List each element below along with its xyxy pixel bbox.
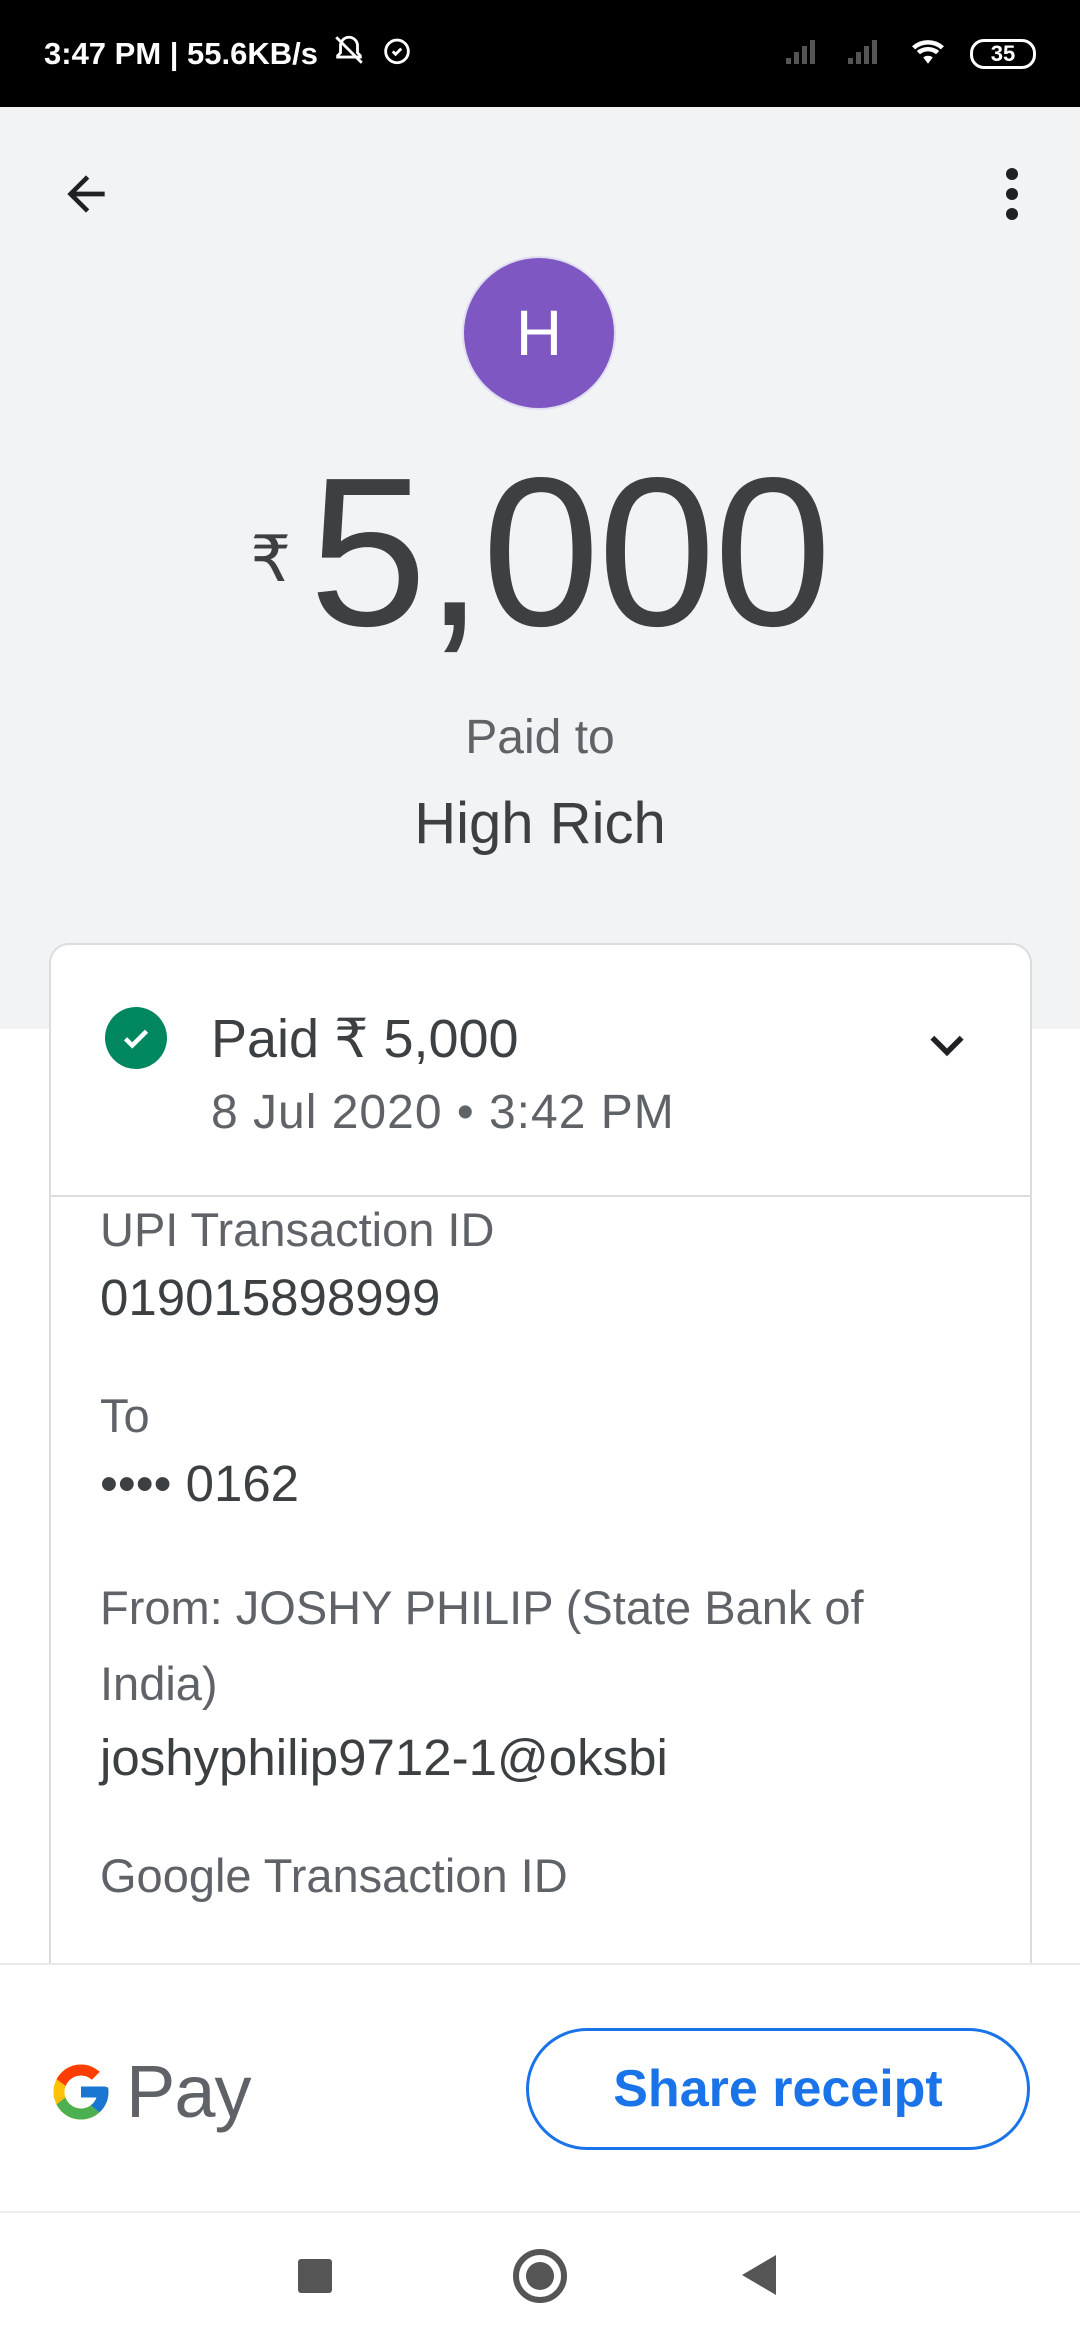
home-icon-inner [526, 2262, 554, 2290]
paid-to-label: Paid to [465, 711, 615, 764]
bottom-action-bar: Pay Share receipt [0, 1963, 1080, 2211]
more-vert-icon [1006, 168, 1018, 220]
avatar: H [462, 256, 616, 410]
payee-name: High Rich [414, 791, 666, 856]
status-time-speed: 3:47 PM | 55.6KB/s [44, 35, 319, 71]
transaction-details: UPI Transaction ID 019015898999 To •••• … [100, 1198, 980, 1958]
detail-value: joshyphilip9712-1@oksbi [100, 1729, 668, 1786]
arrow-back-icon [67, 175, 105, 213]
signal-icon [784, 36, 824, 71]
nav-back-icon[interactable] [742, 2255, 776, 2295]
detail-label: Google Transaction ID [100, 1849, 568, 1902]
currency-symbol: ₹ [250, 523, 292, 595]
detail-label: UPI Transaction ID [100, 1203, 495, 1256]
status-left: 3:47 PM | 55.6KB/s [44, 33, 414, 75]
transaction-card: Paid ₹ 5,000 8 Jul 2020 • 3:42 PM UPI Tr… [49, 943, 1032, 1963]
summary-date: 8 Jul 2020 • 3:42 PM [211, 1086, 675, 1139]
google-g-icon [53, 2064, 109, 2119]
summary-title: Paid ₹ 5,000 [211, 1009, 519, 1069]
gpay-text: Pay [126, 2050, 252, 2133]
more-options-button[interactable] [982, 160, 1042, 228]
battery-level: 35 [990, 40, 1016, 66]
gpay-logo: Pay [48, 2049, 252, 2134]
detail-from: From: JOSHY PHILIP (State Bank of India)… [100, 1570, 980, 1794]
expand-button[interactable] [911, 1009, 983, 1081]
status-right: 35 [784, 35, 1036, 72]
detail-label: From: JOSHY PHILIP (State Bank of India) [100, 1581, 864, 1710]
home-icon[interactable] [513, 2249, 567, 2303]
wifi-icon [908, 35, 948, 72]
detail-to: To •••• 0162 [100, 1384, 980, 1520]
detail-upi-id: UPI Transaction ID 019015898999 [100, 1198, 980, 1334]
battery-icon: 35 [970, 38, 1036, 69]
back-button[interactable] [52, 160, 120, 228]
chevron-down-icon [930, 1035, 964, 1057]
detail-value: 019015898999 [100, 1269, 441, 1326]
recents-icon[interactable] [298, 2259, 332, 2293]
system-nav-bar [0, 2211, 1080, 2340]
avatar-letter: H [515, 297, 563, 369]
share-receipt-button[interactable]: Share receipt [526, 2028, 1030, 2150]
alarm-icon [380, 33, 414, 75]
signal-icon [846, 36, 886, 71]
detail-google-id: Google Transaction ID [100, 1844, 980, 1908]
check-circle-icon [105, 1007, 167, 1069]
amount: ₹ 5,000 [0, 433, 1080, 670]
amount-value: 5,000 [309, 433, 832, 670]
status-bar: 3:47 PM | 55.6KB/s 35 [0, 0, 1080, 107]
mute-icon [332, 33, 366, 75]
transaction-summary[interactable]: Paid ₹ 5,000 8 Jul 2020 • 3:42 PM [51, 945, 1030, 1197]
detail-label: To [100, 1389, 150, 1442]
detail-value: •••• 0162 [100, 1455, 300, 1512]
